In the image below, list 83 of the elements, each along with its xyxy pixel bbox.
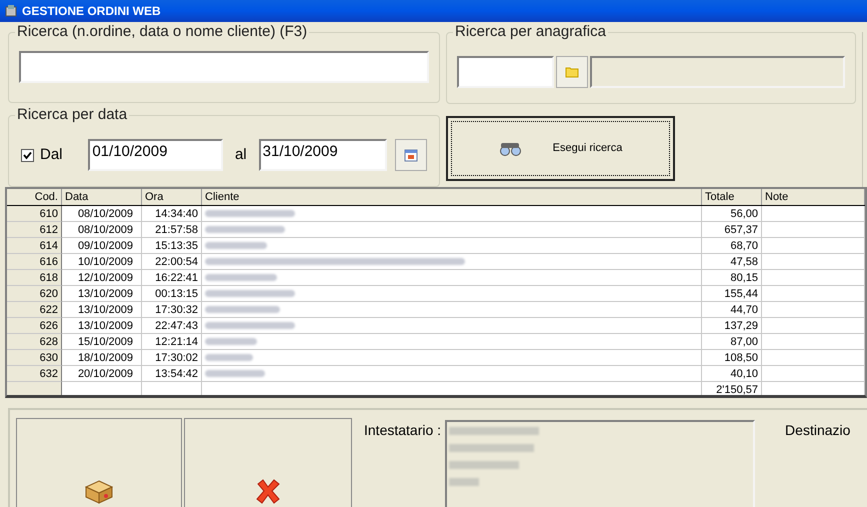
table-cell: 40,10 bbox=[702, 366, 762, 382]
column-header[interactable]: Ora bbox=[142, 189, 202, 205]
table-cell: 12:21:14 bbox=[142, 334, 202, 350]
blurred-text bbox=[205, 370, 265, 377]
table-cell: 13:54:42 bbox=[142, 366, 202, 382]
table-cell: 612 bbox=[7, 222, 62, 238]
app-icon bbox=[4, 4, 18, 18]
table-cell: 68,70 bbox=[702, 238, 762, 254]
browse-button[interactable] bbox=[556, 56, 588, 88]
destination-label: Destinazio bbox=[785, 421, 850, 438]
package-button[interactable] bbox=[16, 418, 182, 507]
table-cell: 620 bbox=[7, 286, 62, 302]
search-button[interactable]: Esegui ricerca bbox=[446, 116, 675, 181]
table-cell: 13/10/2009 bbox=[62, 286, 142, 302]
table-cell: 15/10/2009 bbox=[62, 334, 142, 350]
table-cell: 22:47:43 bbox=[142, 318, 202, 334]
binoculars-icon bbox=[498, 142, 523, 156]
to-label: al bbox=[234, 144, 248, 165]
table-cell: 44,70 bbox=[702, 302, 762, 318]
calendar-button[interactable] bbox=[395, 139, 427, 172]
checkmark-icon bbox=[23, 150, 32, 160]
x-mark-icon bbox=[254, 477, 282, 505]
blurred-text bbox=[205, 338, 257, 345]
table-cell: 632 bbox=[7, 366, 62, 382]
table-cell: 13/10/2009 bbox=[62, 302, 142, 318]
table-cell: 87,00 bbox=[702, 334, 762, 350]
date-field[interactable]: 31/10/2009 bbox=[258, 139, 388, 172]
table-cell: 626 bbox=[7, 318, 62, 334]
table-cell: 20/10/2009 bbox=[62, 366, 142, 382]
table-cell: 614 bbox=[7, 238, 62, 254]
table-cell: 56,00 bbox=[702, 206, 762, 222]
blurred-text bbox=[449, 478, 480, 486]
code-field[interactable] bbox=[457, 56, 554, 88]
group-title: Ricerca per anagrafica bbox=[453, 22, 608, 42]
table-cell: 610 bbox=[7, 206, 62, 222]
holder-label: Intestatario : bbox=[364, 421, 442, 438]
table-cell: 47,58 bbox=[702, 254, 762, 270]
table-cell: 12/10/2009 bbox=[62, 270, 142, 286]
table-cell: 616 bbox=[7, 254, 62, 270]
delete-button[interactable] bbox=[184, 418, 352, 507]
blurred-text bbox=[205, 242, 267, 249]
total-cell: 2'150,57 bbox=[702, 382, 762, 395]
group-title: Ricerca (n.ordine, data o nome cliente) (F3) bbox=[15, 22, 310, 42]
column-header[interactable]: Totale bbox=[702, 189, 762, 205]
table-cell: 618 bbox=[7, 270, 62, 286]
column-header[interactable]: Cliente bbox=[202, 189, 702, 205]
table-cell: 155,44 bbox=[702, 286, 762, 302]
table-cell: 22:00:54 bbox=[142, 254, 202, 270]
table-cell: 08/10/2009 bbox=[62, 206, 142, 222]
package-icon bbox=[84, 479, 114, 505]
table-cell: 00:13:15 bbox=[142, 286, 202, 302]
table-cell: 21:57:58 bbox=[142, 222, 202, 238]
search-field[interactable] bbox=[19, 51, 429, 83]
column-header[interactable]: Cod. bbox=[7, 189, 62, 205]
table-cell: 08/10/2009 bbox=[62, 222, 142, 238]
table-cell: 13/10/2009 bbox=[62, 318, 142, 334]
table-cell: 18/10/2009 bbox=[62, 350, 142, 366]
group-title: Ricerca per data bbox=[15, 105, 130, 126]
table-cell: 17:30:02 bbox=[142, 350, 202, 366]
blurred-text bbox=[449, 461, 520, 469]
window-title: GESTIONE ORDINI WEB bbox=[22, 3, 161, 20]
table-cell: 657,37 bbox=[702, 222, 762, 238]
table-cell: 630 bbox=[7, 350, 62, 366]
table-cell: 10/10/2009 bbox=[62, 254, 142, 270]
table-cell: 16:22:41 bbox=[142, 270, 202, 286]
column-header[interactable]: Note bbox=[762, 189, 865, 205]
column-header[interactable]: Data bbox=[62, 189, 142, 205]
checkbox-label: Dal bbox=[40, 144, 63, 165]
calendar-icon bbox=[404, 148, 418, 162]
table-cell: 80,15 bbox=[702, 270, 762, 286]
checkbox[interactable] bbox=[21, 148, 34, 162]
table-cell: 628 bbox=[7, 334, 62, 350]
table-cell: 108,50 bbox=[702, 350, 762, 366]
folder-icon bbox=[565, 66, 579, 78]
table-cell: 15:13:35 bbox=[142, 238, 202, 254]
table-cell: 622 bbox=[7, 302, 62, 318]
table-cell: 09/10/2009 bbox=[62, 238, 142, 254]
table-cell: 17:30:32 bbox=[142, 302, 202, 318]
table-cell: 137,29 bbox=[702, 318, 762, 334]
blurred-text bbox=[205, 274, 277, 281]
date-field[interactable]: 01/10/2009 bbox=[88, 139, 223, 172]
table-cell: 14:34:40 bbox=[142, 206, 202, 222]
blurred-text bbox=[205, 354, 253, 361]
